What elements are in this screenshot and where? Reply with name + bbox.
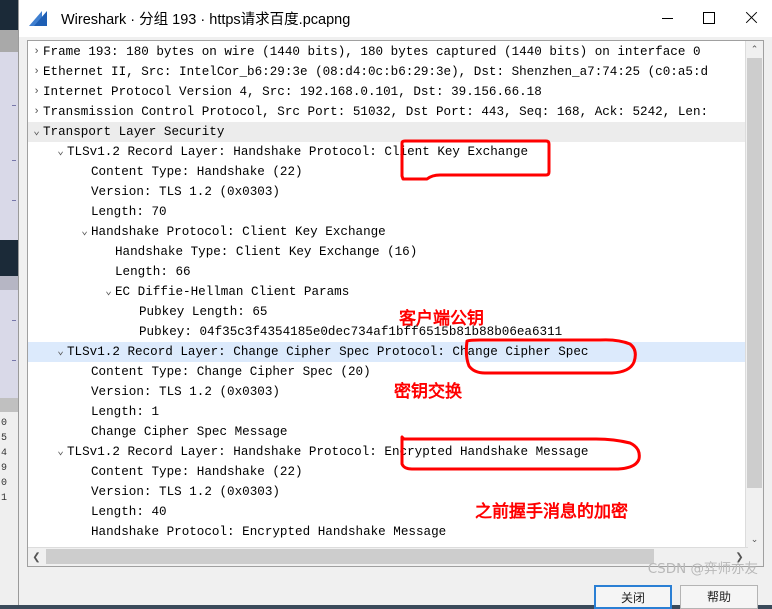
- window-title: Wireshark · 分组 193 · https请求百度.pcapng: [61, 11, 351, 28]
- vertical-scroll-thumb[interactable]: [747, 58, 762, 488]
- chevron-down-icon[interactable]: ⌄: [102, 282, 115, 302]
- background-window: 054901: [0, 0, 18, 605]
- tree-row[interactable]: ⌄ EC Diffie-Hellman Client Params: [28, 282, 748, 302]
- tree-row[interactable]: ⌄ Transport Layer Security: [28, 122, 748, 142]
- chevron-right-icon[interactable]: ›: [30, 42, 43, 62]
- chevron-right-icon[interactable]: ›: [30, 102, 43, 122]
- chevron-down-icon[interactable]: ⌄: [54, 342, 67, 362]
- tree-row[interactable]: ·Pubkey: 04f35c3f4354185e0dec734af1bff65…: [28, 322, 748, 342]
- horizontal-scroll-thumb[interactable]: [46, 549, 654, 564]
- background-window-toolbar: [0, 30, 18, 52]
- tree-row[interactable]: ·Version: TLS 1.2 (0x0303): [28, 482, 748, 502]
- minimize-button[interactable]: [646, 0, 688, 36]
- tree-row[interactable]: ·Length: 66: [28, 262, 748, 282]
- tree-row-label: Pubkey: 04f35c3f4354185e0dec734af1bff651…: [139, 325, 563, 339]
- maximize-icon: [703, 12, 715, 24]
- tree-row-label: Transport Layer Security: [43, 125, 225, 139]
- tree-row-label: Version: TLS 1.2 (0x0303): [91, 485, 280, 499]
- background-hex-offsets: 054901: [1, 418, 8, 504]
- tree-row[interactable]: › Internet Protocol Version 4, Src: 192.1…: [28, 82, 748, 102]
- chevron-down-icon[interactable]: ⌄: [78, 222, 91, 242]
- tree-row[interactable]: ·Handshake Protocol: Encrypted Handshake…: [28, 522, 748, 542]
- title-bar: Wireshark · 分组 193 · https请求百度.pcapng: [19, 0, 772, 37]
- background-window-header: [0, 0, 18, 30]
- tree-row-label: Ethernet II, Src: IntelCor_b6:29:3e (08:…: [43, 65, 709, 79]
- tree-row-label: Internet Protocol Version 4, Src: 192.16…: [43, 85, 542, 99]
- close-icon: [745, 12, 757, 24]
- chevron-right-icon[interactable]: ›: [30, 62, 43, 82]
- close-button[interactable]: [730, 0, 772, 36]
- background-window-selected-row: [0, 240, 18, 276]
- background-row-tick: [12, 360, 16, 361]
- tree-row[interactable]: ·Version: TLS 1.2 (0x0303): [28, 182, 748, 202]
- tree-row[interactable]: ⌄ TLSv1.2 Record Layer: Handshake Protoco…: [28, 142, 748, 162]
- maximize-button[interactable]: [688, 0, 730, 36]
- minimize-icon: [661, 17, 673, 19]
- background-row-tick: [12, 200, 16, 201]
- tree-row-label: Length: 70: [91, 205, 167, 219]
- csdn-watermark: CSDN @弈师亦友: [647, 561, 758, 577]
- background-window-divider: [0, 398, 18, 412]
- chevron-down-icon[interactable]: ⌄: [30, 122, 43, 142]
- tree-row[interactable]: ·Length: 1: [28, 402, 748, 422]
- tree-row[interactable]: ·Length: 40: [28, 502, 748, 522]
- tree-row[interactable]: › Ethernet II, Src: IntelCor_b6:29:3e (08…: [28, 62, 748, 82]
- tree-row-label: Transmission Control Protocol, Src Port:…: [43, 105, 709, 119]
- scroll-up-icon[interactable]: ⌃: [746, 41, 763, 58]
- chevron-right-icon[interactable]: ›: [30, 82, 43, 102]
- tree-row-label: TLSv1.2 Record Layer: Handshake Protocol…: [67, 445, 589, 459]
- chevron-down-icon[interactable]: ⌄: [54, 442, 67, 462]
- tree-row-label: Handshake Protocol: Client Key Exchange: [91, 225, 386, 239]
- tree-row-label: Content Type: Change Cipher Spec (20): [91, 365, 371, 379]
- tree-row-label: Handshake Type: Client Key Exchange (16): [115, 245, 418, 259]
- close-dialog-button[interactable]: 关闭: [594, 585, 672, 609]
- tree-row[interactable]: ·Handshake Type: Client Key Exchange (16…: [28, 242, 748, 262]
- scroll-left-icon[interactable]: ❮: [28, 548, 45, 566]
- tree-row[interactable]: ·Change Cipher Spec Message: [28, 422, 748, 442]
- chevron-down-icon[interactable]: ⌄: [54, 142, 67, 162]
- tree-row[interactable]: ⌄ TLSv1.2 Record Layer: Change Cipher Spe…: [28, 342, 748, 362]
- packet-detail-tree-rows: › Frame 193: 180 bytes on wire (1440 bits…: [28, 41, 748, 542]
- background-row-tick: [12, 320, 16, 321]
- packet-detail-pane: › Frame 193: 180 bytes on wire (1440 bits…: [27, 40, 764, 567]
- tree-row[interactable]: ·Content Type: Change Cipher Spec (20): [28, 362, 748, 382]
- tree-row-label: Version: TLS 1.2 (0x0303): [91, 385, 280, 399]
- tree-row[interactable]: ·Content Type: Handshake (22): [28, 162, 748, 182]
- tree-row-label: Content Type: Handshake (22): [91, 465, 303, 479]
- tree-row-label: Pubkey Length: 65: [139, 305, 268, 319]
- background-window-row: [0, 276, 18, 290]
- vertical-scrollbar[interactable]: ⌃ ⌄: [745, 41, 763, 548]
- horizontal-scrollbar[interactable]: ❮ ❯: [28, 547, 748, 566]
- tree-row-label: TLSv1.2 Record Layer: Change Cipher Spec…: [67, 345, 589, 359]
- scroll-down-icon[interactable]: ⌄: [746, 531, 763, 548]
- dialog-button-row: 关闭 帮助: [594, 585, 758, 609]
- packet-detail-tree[interactable]: › Frame 193: 180 bytes on wire (1440 bits…: [28, 41, 748, 548]
- tree-row-label: Frame 193: 180 bytes on wire (1440 bits)…: [43, 45, 701, 59]
- window-controls: [646, 0, 772, 36]
- tree-row-label: EC Diffie-Hellman Client Params: [115, 285, 350, 299]
- tree-row[interactable]: ⌄ Handshake Protocol: Client Key Exchange: [28, 222, 748, 242]
- tree-row-label: Length: 66: [115, 265, 191, 279]
- wireshark-packet-detail-window: Wireshark · 分组 193 · https请求百度.pcapng › F…: [18, 0, 772, 609]
- tree-row[interactable]: › Transmission Control Protocol, Src Port…: [28, 102, 748, 122]
- tree-row-label: Change Cipher Spec Message: [91, 425, 288, 439]
- tree-row[interactable]: ·Version: TLS 1.2 (0x0303): [28, 382, 748, 402]
- tree-row[interactable]: › Frame 193: 180 bytes on wire (1440 bits…: [28, 42, 748, 62]
- background-row-tick: [12, 160, 16, 161]
- tree-row[interactable]: ·Pubkey Length: 65: [28, 302, 748, 322]
- tree-row-label: Version: TLS 1.2 (0x0303): [91, 185, 280, 199]
- tree-row[interactable]: ·Content Type: Handshake (22): [28, 462, 748, 482]
- tree-row-label: Length: 40: [91, 505, 167, 519]
- background-row-tick: [12, 105, 16, 106]
- tree-row[interactable]: ·Length: 70: [28, 202, 748, 222]
- tree-row-label: Length: 1: [91, 405, 160, 419]
- tree-row-label: Handshake Protocol: Encrypted Handshake …: [91, 525, 447, 539]
- wireshark-fin-icon: [29, 10, 51, 26]
- tree-row-label: Content Type: Handshake (22): [91, 165, 303, 179]
- tree-row[interactable]: ⌄ TLSv1.2 Record Layer: Handshake Protoco…: [28, 442, 748, 462]
- tree-row-label: TLSv1.2 Record Layer: Handshake Protocol…: [67, 145, 529, 159]
- help-dialog-button[interactable]: 帮助: [680, 585, 758, 609]
